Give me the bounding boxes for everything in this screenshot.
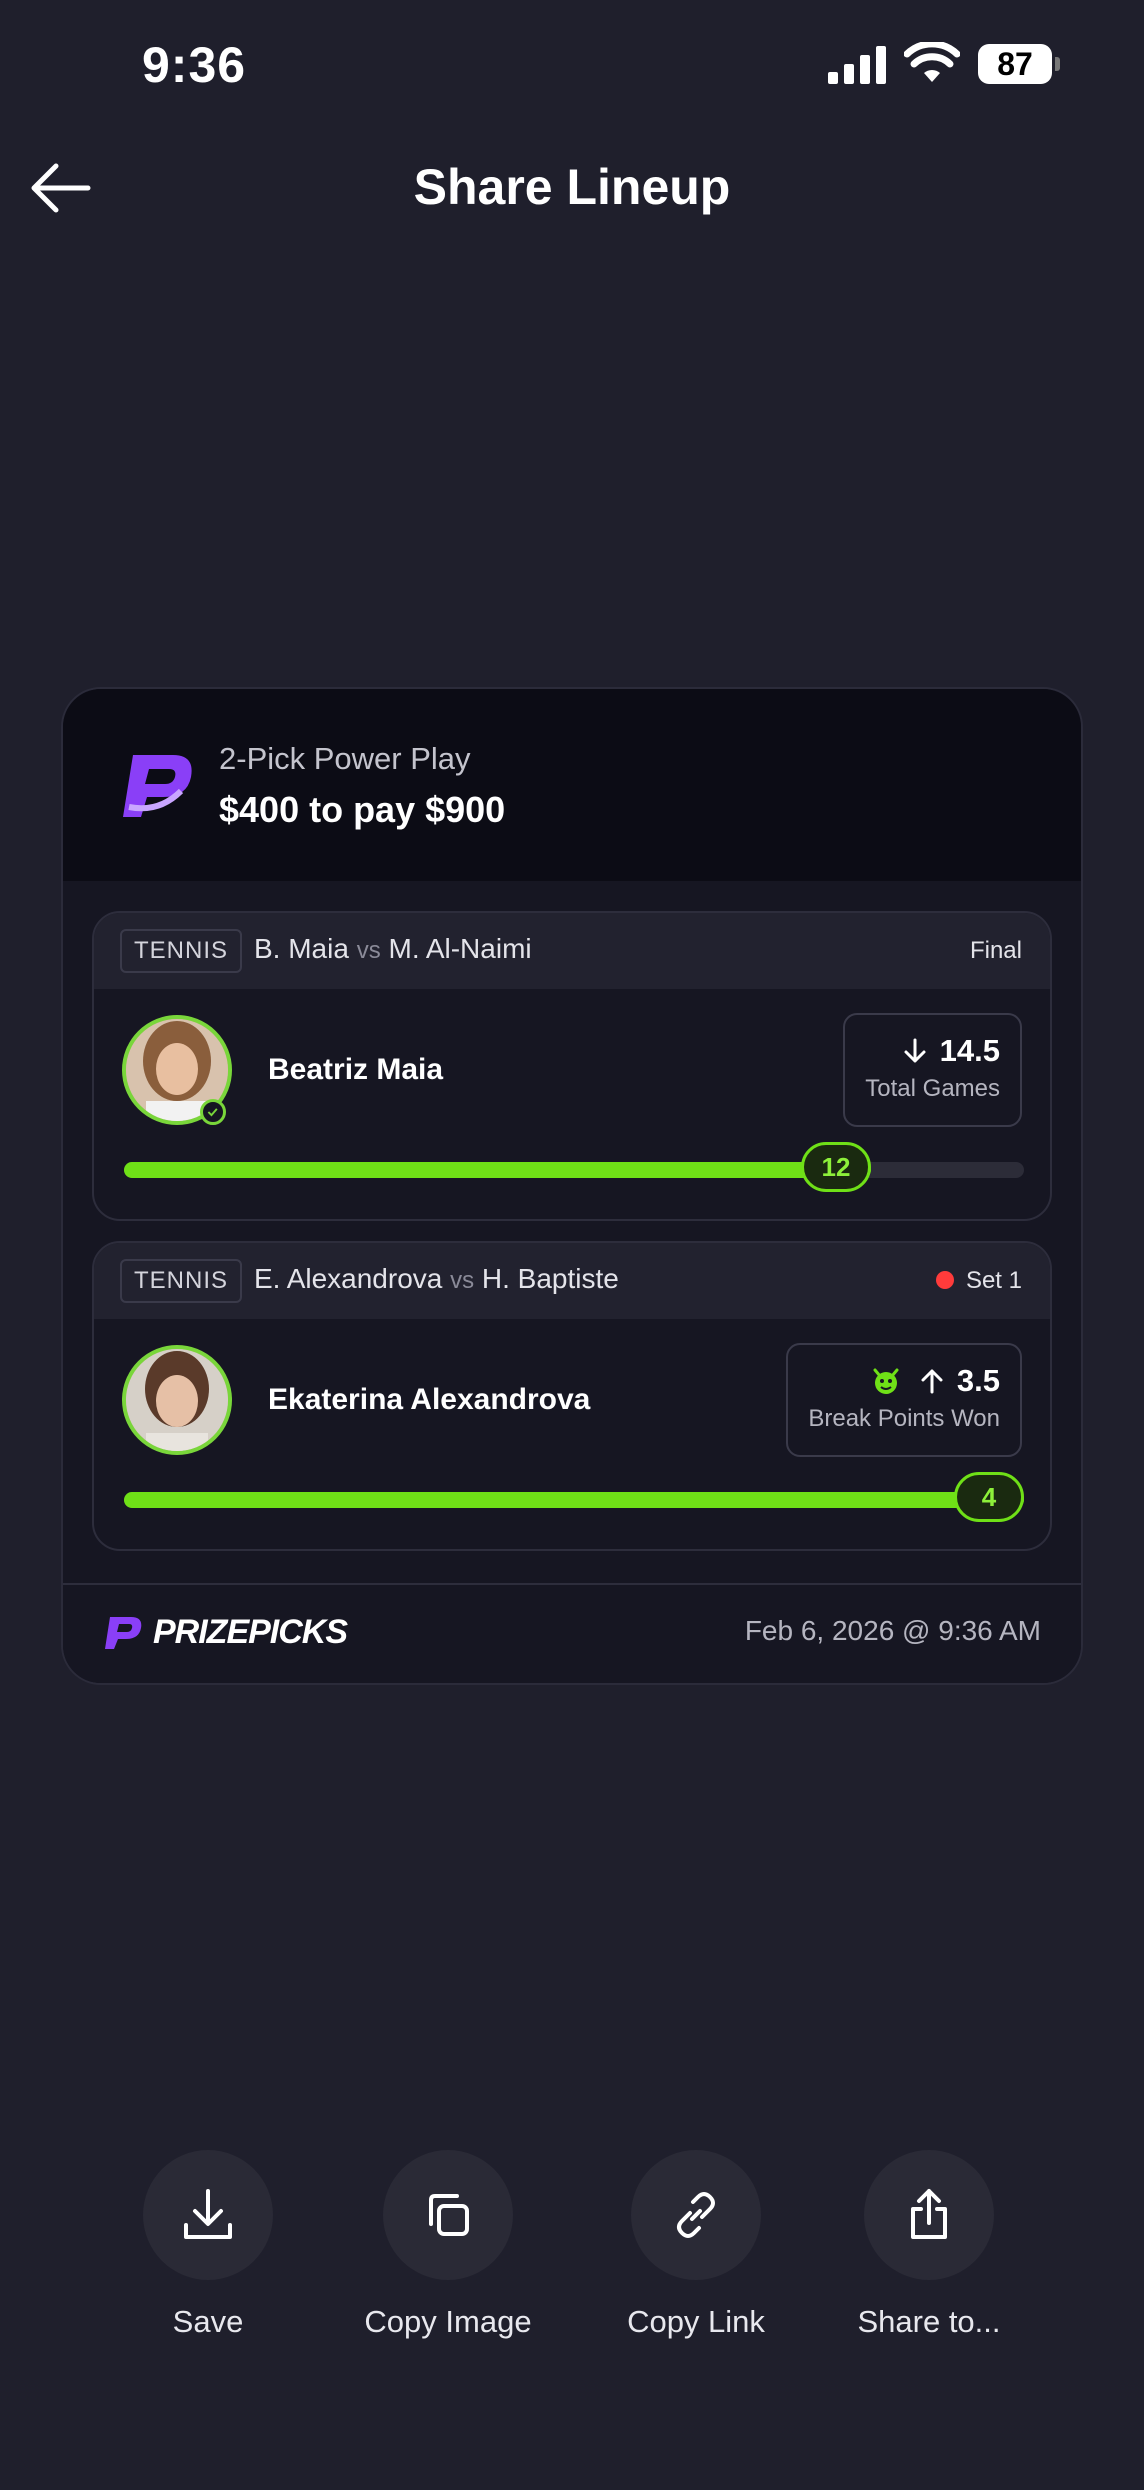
game-status: Final [969,937,1022,964]
pick-header: TENNIS E. Alexandrova vs H. Baptiste Set… [94,1243,1050,1319]
arrow-down-icon [904,1038,926,1063]
player-photo [126,1349,228,1451]
lineup-card: 2-Pick Power Play $400 to pay $900 TENNI… [61,687,1083,1685]
save-button[interactable]: Save [78,2150,338,2340]
matchup: E. Alexandrova vs H. Baptiste [254,1263,619,1295]
matchup: B. Maia vs M. Al-Naimi [254,933,532,965]
copy-link-button-circle[interactable] [631,2150,761,2280]
link-icon [677,2192,715,2238]
copy-link-label: Copy Link [627,2304,765,2339]
battery-level: 87 [978,44,1052,84]
projection-stat: Break Points Won [808,1405,1000,1432]
page-title: Share Lineup [413,159,731,215]
check-icon [200,1099,226,1125]
brand-wordmark: PRIZEPICKS [153,1613,348,1651]
lineup-timestamp: Feb 6, 2026 @ 9:36 AM [744,1615,1041,1646]
progress-track: 12 [124,1142,1024,1192]
progress-fill [124,1492,1024,1508]
wifi-icon [904,42,960,82]
save-button-circle[interactable] [143,2150,273,2280]
progress-track: 4 [124,1472,1024,1522]
cellular-signal-icon [828,46,886,84]
projection-line: 14.5 [865,1033,1000,1069]
save-label: Save [172,2304,244,2339]
player-name: Beatriz Maia [268,1053,444,1086]
game-status: Set 1 [965,1267,1022,1294]
demon-icon [873,1368,899,1394]
matchup-vs: vs [450,1267,475,1294]
share-actions: Save Copy Image Copy Link Share to... [0,2150,1144,2350]
matchup-player-a: B. Maia [254,933,349,964]
status-bar: 9:36 87 [0,0,1144,130]
avatar [122,1345,232,1455]
current-value-pill: 4 [954,1472,1024,1522]
battery-tip [1055,57,1060,71]
sport-tag: TENNIS [120,929,243,973]
share-to-button[interactable]: Share to... [799,2150,1059,2340]
current-value-pill: 12 [801,1142,871,1192]
live-dot-icon [935,1271,954,1289]
matchup-vs: vs [356,937,381,964]
player-name: Ekaterina Alexandrova [268,1383,591,1416]
share-icon [911,2189,947,2239]
card-header: 2-Pick Power Play $400 to pay $900 [63,689,1081,881]
prizepicks-logo-icon [123,755,192,817]
status-time: 9:36 [142,37,247,93]
projection-value: 14.5 [939,1033,1000,1068]
pick-header: TENNIS B. Maia vs M. Al-Naimi Final [94,913,1050,989]
copy-image-label: Copy Image [364,2304,532,2339]
game-status-live: Set 1 [935,1267,1022,1295]
arrow-up-icon [921,1369,943,1394]
play-amount: $400 to pay $900 [219,789,506,830]
progress-fill [124,1162,871,1178]
projection-box: 3.5 Break Points Won [786,1343,1022,1457]
matchup-player-b: M. Al-Naimi [388,933,532,964]
card-footer: PRIZEPICKS Feb 6, 2026 @ 9:36 AM [63,1583,1081,1683]
download-icon [184,2189,232,2239]
sport-tag: TENNIS [120,1259,243,1303]
projection-value: 3.5 [956,1363,1000,1398]
play-type: 2-Pick Power Play [219,741,471,776]
copy-link-button[interactable]: Copy Link [566,2150,826,2340]
projection-box: 14.5 Total Games [843,1013,1022,1127]
copy-image-button[interactable]: Copy Image [318,2150,578,2340]
copy-icon [429,2194,469,2236]
share-to-button-circle[interactable] [864,2150,994,2280]
pick-card: TENNIS B. Maia vs M. Al-Naimi Final Beat… [92,911,1052,1221]
projection-stat: Total Games [865,1075,1000,1102]
share-to-label: Share to... [857,2304,1001,2339]
prizepicks-logo-icon [105,1617,142,1649]
pick-card: TENNIS E. Alexandrova vs H. Baptiste Set… [92,1241,1052,1551]
copy-image-button-circle[interactable] [383,2150,513,2280]
matchup-player-b: H. Baptiste [481,1263,619,1294]
matchup-player-a: E. Alexandrova [254,1263,443,1294]
projection-line: 3.5 [808,1363,1000,1399]
battery-icon: 87 [978,44,1060,84]
